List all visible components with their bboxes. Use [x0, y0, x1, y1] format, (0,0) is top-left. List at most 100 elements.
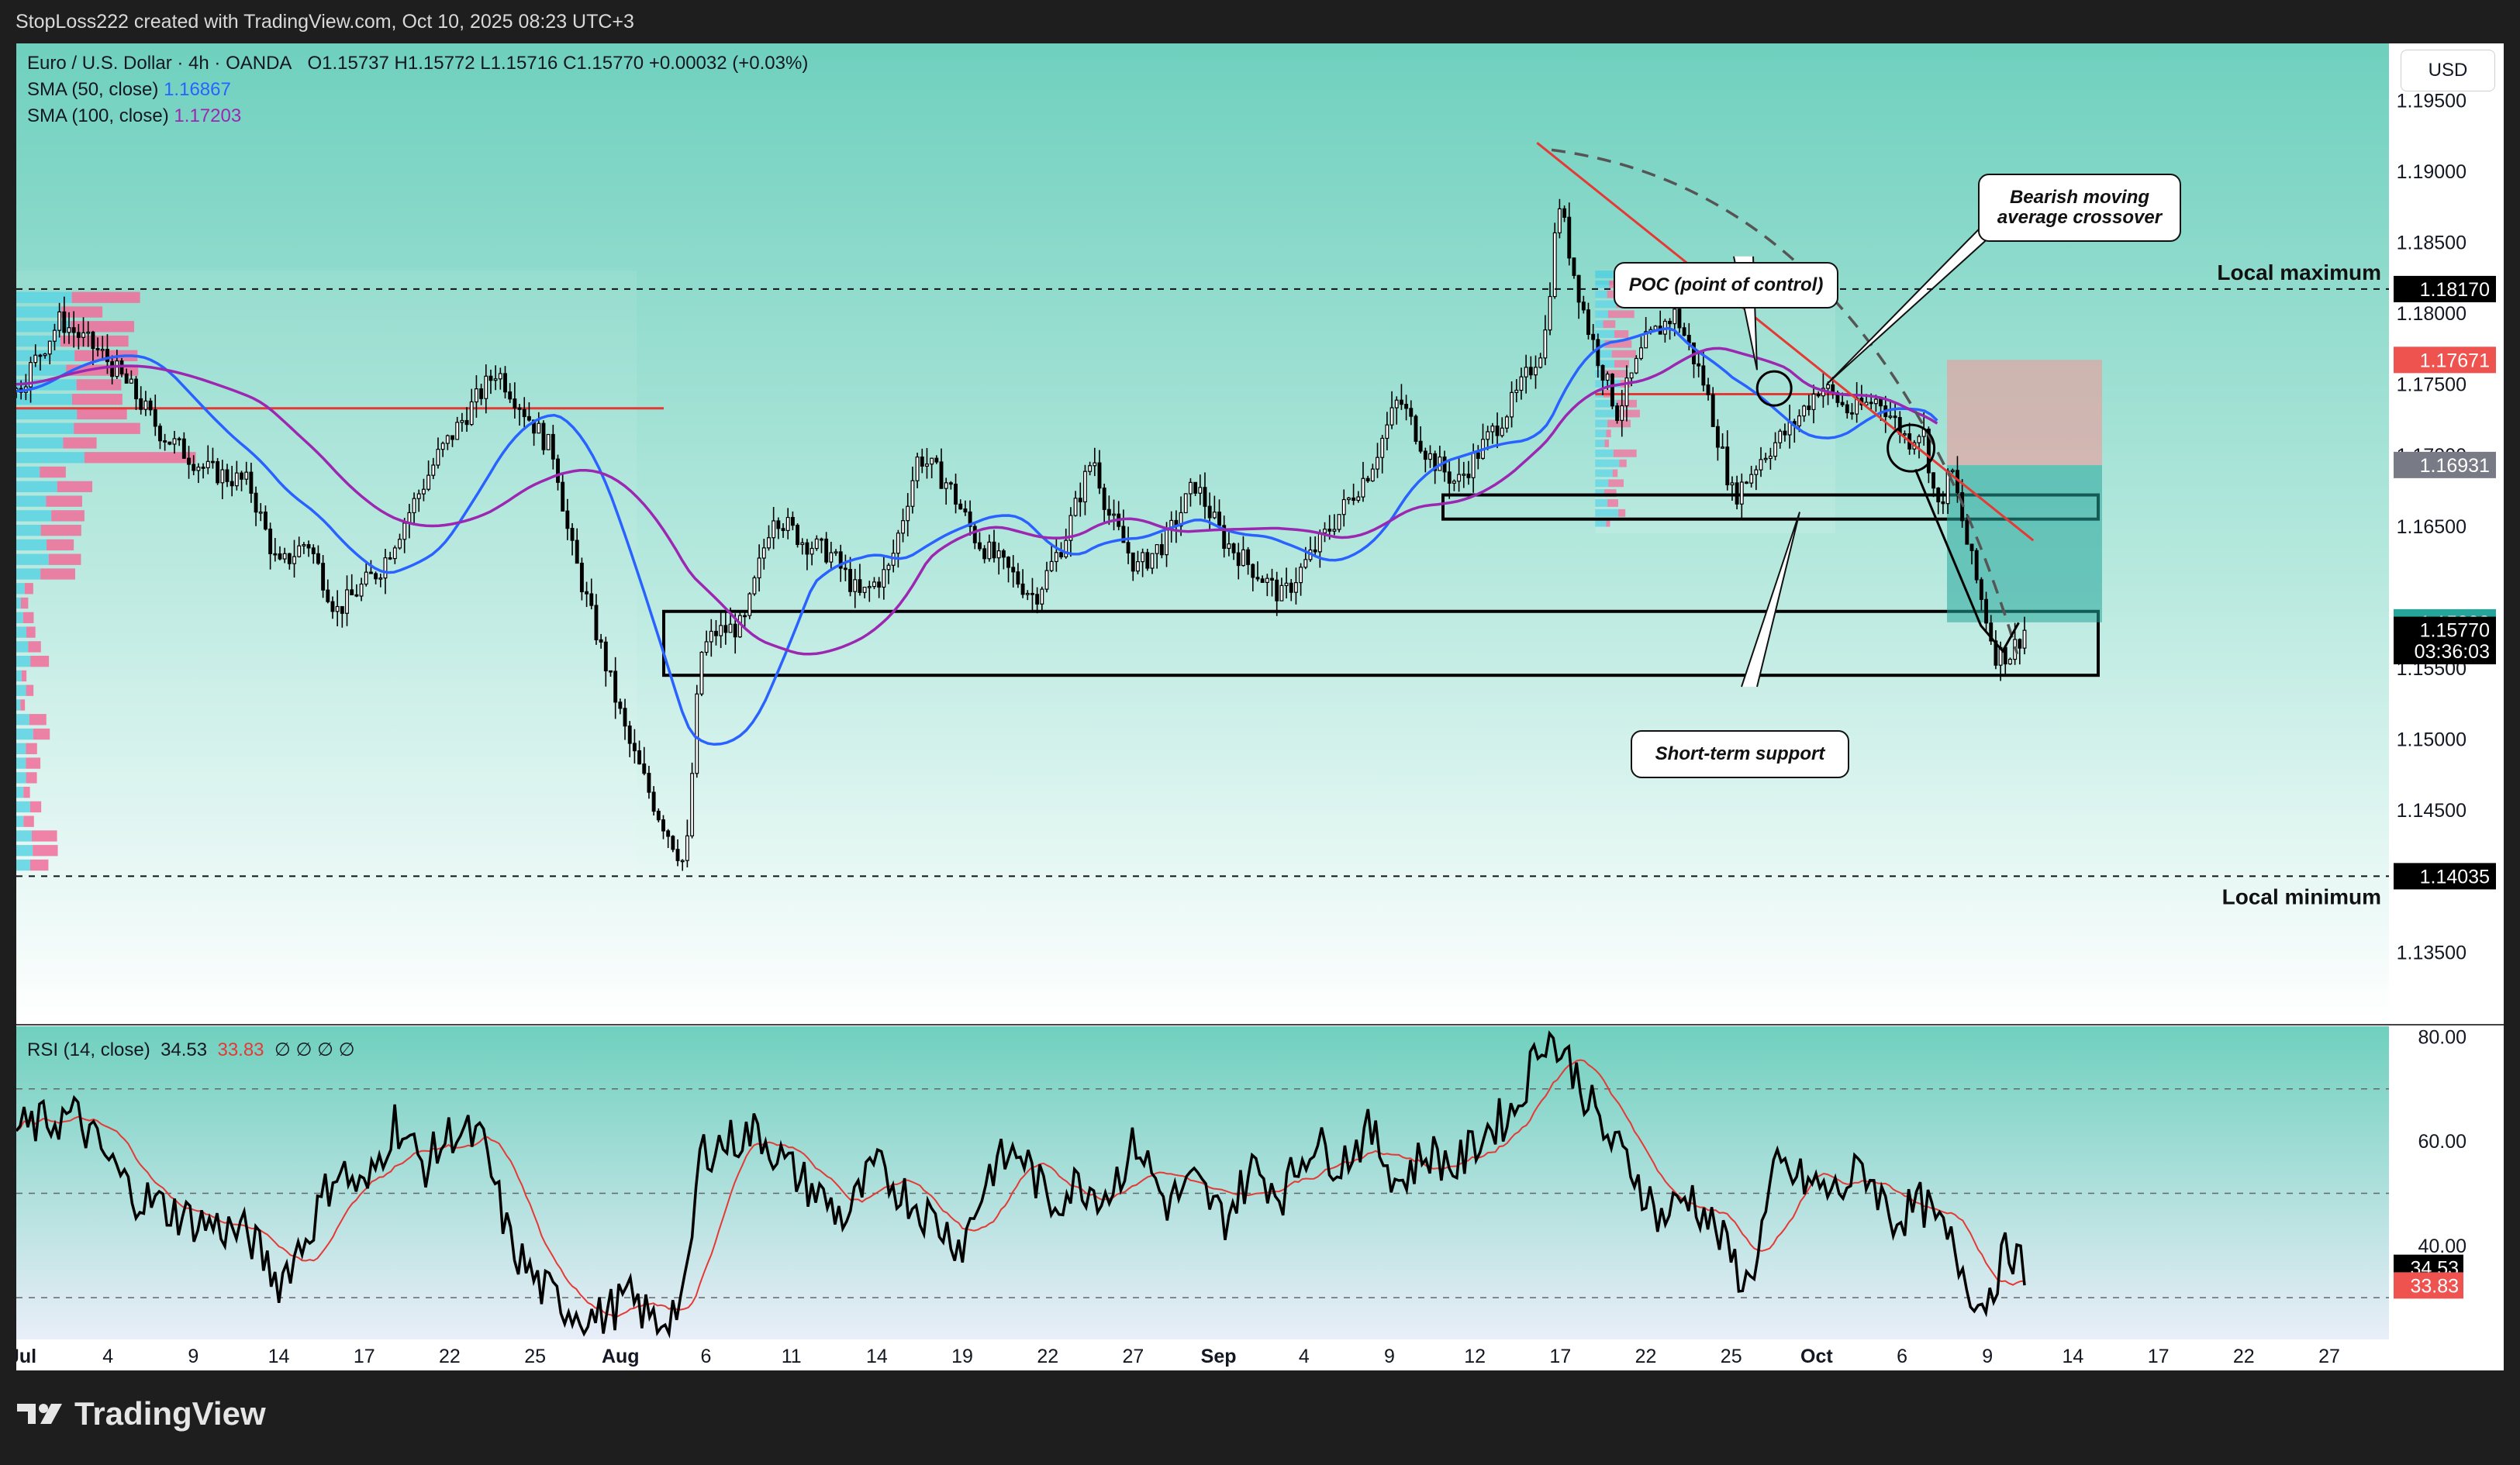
candle-up	[33, 354, 38, 364]
candle-down	[71, 327, 76, 333]
candle-up	[1082, 471, 1087, 503]
candle-up	[1303, 559, 1308, 568]
x-tick-label: 17	[354, 1346, 375, 1367]
candle-up	[680, 860, 685, 863]
candle-up	[1917, 436, 1921, 443]
candle-up	[1486, 431, 1490, 440]
candle-down	[1562, 208, 1567, 218]
tradingview-brand[interactable]: TradingView	[16, 1395, 266, 1432]
candle-down	[675, 849, 680, 861]
candle-up	[800, 542, 805, 546]
x-tick-label: Sep	[1201, 1346, 1237, 1367]
candle-down	[513, 398, 517, 408]
candle-down	[517, 407, 522, 410]
candle-down	[1567, 216, 1572, 259]
candle-down	[551, 433, 555, 460]
candle-down	[216, 460, 220, 484]
candle-down	[1850, 412, 1854, 415]
attribution-text: StopLoss222 created with TradingView.com…	[16, 11, 634, 33]
candle-up	[1241, 549, 1245, 567]
candle-down	[354, 594, 359, 597]
candle-down	[1418, 440, 1423, 452]
candle-up	[1428, 453, 1432, 460]
x-tick-label: 14	[2063, 1346, 2084, 1367]
candle-up	[1150, 553, 1155, 569]
candle-down	[1035, 594, 1040, 605]
candle-down	[954, 483, 958, 505]
candle-down	[1476, 452, 1480, 459]
candle-up	[1510, 391, 1514, 418]
candle-up	[704, 641, 709, 653]
candle-up	[498, 373, 502, 380]
candle-down	[230, 481, 234, 487]
candle-up	[455, 422, 460, 440]
candle-down	[1078, 498, 1082, 503]
rsi-y-tick-label: 80.00	[2418, 1026, 2466, 1048]
candle-up	[345, 589, 349, 614]
candle-down	[623, 708, 627, 727]
candle-up	[1337, 514, 1341, 530]
sma50-legend[interactable]: SMA (50, close) 1.16867	[27, 79, 231, 101]
candle-up	[335, 605, 340, 612]
candle-down	[848, 569, 853, 592]
candle-down	[599, 639, 603, 643]
candle-up	[761, 547, 766, 559]
candle-down	[1447, 471, 1452, 484]
tradingview-logo-icon	[17, 1404, 62, 1424]
candle-down	[781, 528, 785, 532]
candle-up	[43, 353, 47, 357]
candle-up	[460, 419, 464, 423]
candle-up	[1739, 481, 1744, 505]
rsi-legend[interactable]: RSI (14, close) 34.53 33.83 ∅ ∅ ∅ ∅	[27, 1039, 355, 1061]
candle-up	[925, 464, 929, 467]
candle-up	[1064, 539, 1068, 557]
candle-up	[1093, 462, 1097, 467]
local-minimum-label: Local minimum	[2222, 884, 2381, 908]
x-tick-label: 25	[524, 1346, 546, 1367]
candle-down	[978, 542, 982, 550]
candle-down	[1001, 550, 1006, 558]
candle-up	[1346, 497, 1351, 501]
sma100-legend[interactable]: SMA (100, close) 1.17203	[27, 105, 241, 127]
candle-up	[785, 516, 790, 532]
candle-down	[1668, 320, 1673, 325]
candle-up	[421, 488, 426, 495]
candle-up	[302, 544, 306, 546]
crossover-text-1: Bearish moving	[2009, 187, 2150, 208]
candle-down	[1745, 481, 1748, 484]
candle-up	[834, 551, 838, 554]
candle-down	[1931, 472, 1936, 489]
candle-up	[1552, 232, 1557, 298]
candle-down	[450, 435, 454, 440]
chart-canvas[interactable]: Local maximum Local minimum 1.19500 1.1900…	[16, 43, 2504, 1370]
candle-down	[603, 641, 608, 672]
candle-down	[1965, 520, 1969, 545]
candle-up	[1721, 446, 1725, 449]
candle-down	[1466, 474, 1471, 478]
candle-up	[882, 569, 886, 588]
candle-down	[522, 408, 526, 418]
candle-up	[1044, 570, 1049, 590]
candle-up	[292, 556, 296, 564]
candle-up	[57, 311, 62, 331]
candle-down	[843, 567, 847, 570]
candle-up	[1073, 498, 1078, 516]
chart-frame[interactable]: Local maximum Local minimum 1.19500 1.1900…	[16, 43, 2504, 1370]
candle-up	[1394, 399, 1399, 408]
currency-button[interactable]: USD	[2401, 50, 2495, 91]
candle-down	[321, 563, 326, 591]
candle-up	[944, 482, 948, 489]
candle-down	[139, 398, 143, 410]
candle-up	[546, 433, 551, 450]
x-tick-label: 9	[1982, 1346, 1993, 1367]
candle-up	[1341, 498, 1346, 515]
candle-up	[709, 630, 713, 643]
candle-down	[1697, 363, 1701, 367]
candle-down	[1677, 309, 1682, 329]
y-tick-label: 1.17500	[2397, 374, 2466, 396]
price-badge-label: 1.16931	[2420, 455, 2490, 477]
candle-down	[1097, 462, 1102, 489]
candle-up	[1279, 584, 1284, 602]
candle-up	[196, 467, 201, 471]
candle-down	[1725, 446, 1730, 486]
